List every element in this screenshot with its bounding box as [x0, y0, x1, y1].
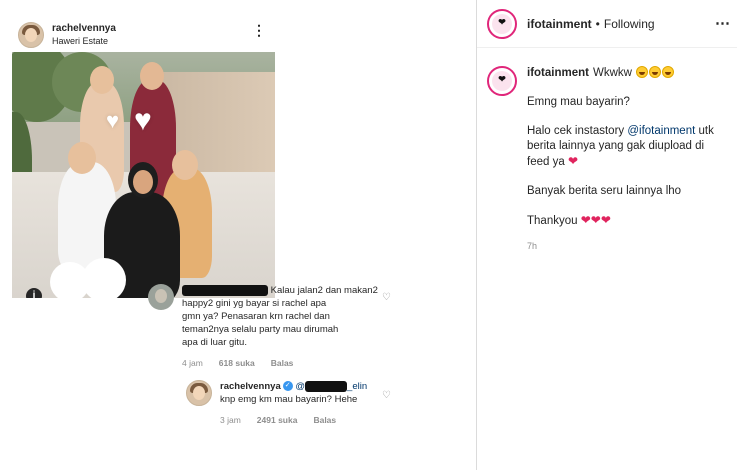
comment-meta: 4 jam 618 suka Balas	[182, 357, 378, 370]
sticker-heart-icon: ♥	[134, 104, 152, 137]
post-sidebar: ❤ ifotainment • Following ⋯ ❤ ifotainmen…	[476, 0, 737, 470]
post-media-area: rachelvennya Haweri Estate ⋮ ♥ ♥ i Kalau…	[0, 0, 476, 470]
laughing-emoji-icon	[662, 66, 675, 78]
heart-emoji-icon: ❤	[567, 154, 578, 168]
embedded-more-icon: ⋮	[252, 22, 266, 38]
caption-username[interactable]: ifotainment	[527, 67, 589, 79]
following-button[interactable]: Following	[604, 17, 655, 31]
embedded-avatar	[18, 22, 44, 48]
post-time-ago[interactable]: 7h	[527, 239, 727, 254]
info-icon: i	[26, 288, 42, 298]
heart-emoji-icon: ❤	[580, 213, 591, 227]
comment-text-line: apa di luar gitu.	[182, 337, 247, 348]
sticker-heart-icon: ♥	[106, 108, 120, 133]
header-separator: •	[595, 16, 600, 31]
comment-likes: 618 suka	[218, 358, 255, 368]
header-username[interactable]: ifotainment	[527, 17, 592, 31]
reply-reply: Balas	[313, 415, 337, 425]
sticker-blob	[82, 258, 126, 298]
verified-badge-icon: ✓	[282, 381, 293, 392]
caption-line-1: Wkwkw	[592, 67, 632, 79]
comment-text-line: happy2 gini yg bayar si rachel apa	[182, 298, 327, 309]
more-options-icon[interactable]: ⋯	[715, 14, 731, 32]
embedded-username: rachelvennya	[52, 23, 116, 34]
embedded-post-header: rachelvennya Haweri Estate	[18, 19, 268, 51]
reply-mention-prefix: @	[295, 381, 306, 392]
account-avatar[interactable]: ❤	[487, 8, 517, 39]
logo-icon: ❤	[498, 74, 506, 84]
embedded-screenshot: rachelvennya Haweri Estate ⋮ ♥ ♥ i Kalau…	[0, 0, 476, 470]
embedded-location: Haweri Estate	[52, 36, 109, 46]
reply-mention-suffix: _elin	[347, 381, 368, 392]
caption-line-2: Emng mau bayarin?	[527, 96, 630, 108]
caption-line-3-pre: Halo cek instastory	[527, 125, 628, 137]
redacted-username	[182, 284, 268, 296]
reply-time: 3 jam	[220, 415, 241, 425]
heart-emoji-icon: ❤	[600, 213, 611, 227]
caption: ❤ ifotainment Wkwkw Emng mau bayarin? Hal…	[487, 66, 727, 254]
reply-username: rachelvennya	[220, 381, 281, 392]
logo-icon: ❤	[498, 16, 506, 27]
reply-meta: 3 jam 2491 suka Balas	[220, 414, 367, 427]
caption-line-5: Thankyou	[527, 215, 578, 227]
comment-item: Kalau jalan2 dan makan2 happy2 gini yg b…	[148, 284, 388, 370]
laughing-emoji-icon	[636, 66, 649, 78]
comment-text-line: teman2nya selalu party mau dirumah	[182, 324, 339, 335]
redacted-mention	[305, 380, 348, 392]
post-header: ❤ ifotainment • Following ⋯	[477, 0, 737, 48]
reply-avatar	[186, 380, 212, 406]
commenter-avatar	[148, 284, 174, 310]
comment-like-icon: ♡	[382, 292, 391, 303]
comment-reply-item: rachelvennya ✓ @ _elin knp emg km mau baya…	[186, 380, 396, 427]
caption-line-4: Banyak berita seru lainnya lho	[527, 185, 682, 197]
reply-text: knp emg km mau bayarin? Hehe	[220, 394, 358, 405]
comment-text-line: gmn ya? Penasaran krn rachel dan	[182, 311, 330, 322]
caption-avatar[interactable]: ❤	[487, 66, 517, 96]
heart-emoji-icon: ❤	[590, 213, 601, 227]
embedded-photo: ♥ ♥ i	[12, 52, 275, 298]
reply-likes: 2491 suka	[256, 415, 298, 425]
caption-mention-link[interactable]: @ifotainment	[627, 125, 695, 137]
laughing-emoji-icon	[649, 66, 662, 78]
reply-like-icon: ♡	[382, 390, 391, 401]
comment-reply: Balas	[270, 358, 294, 368]
comment-time: 4 jam	[182, 358, 203, 368]
comment-text-line: Kalau jalan2 dan makan2	[270, 285, 378, 296]
